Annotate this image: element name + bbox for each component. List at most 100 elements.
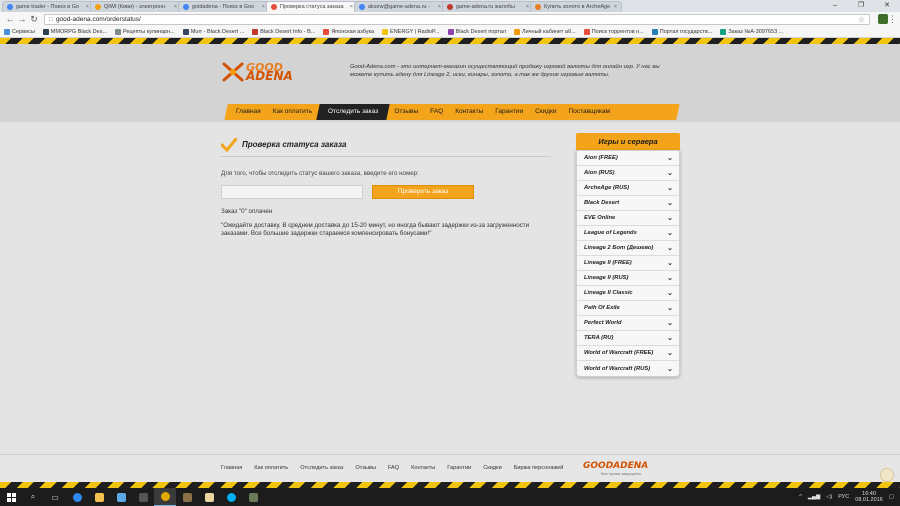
- game-icon[interactable]: [132, 488, 154, 506]
- task-view-icon[interactable]: ▭: [44, 488, 66, 506]
- nav-item-label: Скидки: [535, 108, 557, 115]
- tab-close-icon[interactable]: ×: [262, 4, 265, 10]
- nav-item[interactable]: Главная: [230, 104, 267, 120]
- edge-browser-icon[interactable]: [66, 488, 88, 506]
- browser-tab[interactable]: game-adena.ru жалобы ×: [442, 1, 534, 12]
- game-list-item[interactable]: Path Of Exile ⌄: [577, 301, 679, 316]
- game-list-item[interactable]: World of Warcraft (RUS) ⌄: [577, 361, 679, 376]
- site-logo[interactable]: GOOD ADENA: [222, 62, 293, 82]
- nav-item[interactable]: Скидки: [529, 104, 562, 120]
- bookmark-label: Рецепты кулинарн...: [123, 28, 175, 35]
- footer-link[interactable]: Контакты: [411, 465, 435, 471]
- browser-tab[interactable]: aksew@game-adena.ru - ×: [354, 1, 446, 12]
- nav-item[interactable]: Как оплатить: [267, 104, 318, 120]
- footer-logo[interactable]: GOODADENA Все права защищены: [583, 461, 648, 476]
- chrome-icon[interactable]: [154, 488, 176, 506]
- chevron-down-icon: ⌄: [667, 305, 673, 312]
- bookmark-item[interactable]: Личный кабинет аб...: [513, 28, 576, 35]
- browser-menu-icon[interactable]: ⋮: [888, 14, 897, 25]
- game-list-item[interactable]: League of Legends ⌄: [577, 226, 679, 241]
- network-icon[interactable]: ▂▄▆: [808, 494, 820, 500]
- game-list-item[interactable]: Lineage 2 Бот (Дешево) ⌄: [577, 241, 679, 256]
- nav-item[interactable]: Отзывы: [388, 104, 424, 120]
- footer-link[interactable]: Скидки: [483, 465, 501, 471]
- bookmark-item[interactable]: Murr - Black Desert ...: [182, 28, 244, 35]
- tab-close-icon[interactable]: ×: [174, 4, 177, 10]
- bookmark-star-icon[interactable]: ☆: [858, 15, 865, 24]
- tab-close-icon[interactable]: ×: [86, 4, 89, 10]
- browser-tab[interactable]: game trader - Поиск в Go ×: [2, 1, 94, 12]
- browser-tab[interactable]: QIWI (Киви) - электронн ×: [90, 1, 182, 12]
- bookmark-item[interactable]: Black Desert Info - В...: [252, 28, 315, 35]
- game-list-item[interactable]: TERA (RU) ⌄: [577, 331, 679, 346]
- volume-icon[interactable]: ◁): [826, 494, 832, 500]
- reload-icon[interactable]: ↻: [28, 14, 40, 25]
- tab-close-icon[interactable]: ×: [614, 4, 617, 10]
- game-list-item[interactable]: Perfect World ⌄: [577, 316, 679, 331]
- tray-arrow-icon[interactable]: ^: [799, 494, 802, 500]
- check-order-button[interactable]: Проверить заказ: [372, 185, 474, 199]
- tab-close-icon[interactable]: ×: [350, 4, 353, 10]
- notifications-icon[interactable]: ▢: [889, 494, 894, 500]
- bookmark-item[interactable]: Поиск торрентов н...: [583, 28, 644, 35]
- archeage-icon[interactable]: [242, 488, 264, 506]
- bookmark-item[interactable]: Японская азбука: [323, 28, 374, 35]
- bookmark-icon: [720, 28, 727, 35]
- chat-widget-icon[interactable]: [880, 468, 894, 482]
- bookmark-item[interactable]: Рецепты кулинарн...: [115, 28, 175, 35]
- nav-item[interactable]: Контакты: [449, 104, 489, 120]
- nav-item[interactable]: FAQ: [424, 104, 449, 120]
- footer-link[interactable]: Отследить заказ: [300, 465, 343, 471]
- address-bar[interactable]: □ good-adena.com/orderstatus/ ☆: [44, 13, 870, 25]
- tab-label: game-adena.ru жалобы: [456, 4, 516, 10]
- footer-link[interactable]: Главная: [221, 465, 242, 471]
- game-list-item[interactable]: Aion (RUS) ⌄: [577, 166, 679, 181]
- folder-icon[interactable]: [198, 488, 220, 506]
- tab-close-icon[interactable]: ×: [526, 4, 529, 10]
- file-explorer-icon[interactable]: [88, 488, 110, 506]
- bookmark-item[interactable]: Портал государств...: [651, 28, 712, 35]
- bookmark-item[interactable]: Заказ №A-3097653 ...: [720, 28, 783, 35]
- browser-tab[interactable]: Проверка статуса заказа ×: [266, 1, 358, 12]
- browser-tab[interactable]: Купить золото в ArcheAge ×: [530, 1, 622, 12]
- game-list-item[interactable]: EVE Online ⌄: [577, 211, 679, 226]
- game-list-item[interactable]: Lineage II (RUS) ⌄: [577, 271, 679, 286]
- game-list-item[interactable]: Lineage II Classic ⌄: [577, 286, 679, 301]
- chevron-down-icon: ⌄: [667, 215, 673, 222]
- maximize-icon[interactable]: ❐: [848, 0, 874, 12]
- bookmark-item[interactable]: Black Desert портал: [447, 28, 506, 35]
- footer-link[interactable]: FAQ: [388, 465, 399, 471]
- close-window-icon[interactable]: ✕: [874, 0, 900, 12]
- bookmark-item[interactable]: MMORPG Black Des...: [42, 28, 107, 35]
- game-list-item[interactable]: Lineage II (FREE) ⌄: [577, 256, 679, 271]
- store-icon[interactable]: [110, 488, 132, 506]
- search-icon[interactable]: ⌕: [22, 488, 44, 506]
- nav-item[interactable]: Отследить заказ: [316, 104, 391, 120]
- back-arrow-icon[interactable]: ←: [4, 14, 16, 24]
- bookmark-item[interactable]: Сервисы: [4, 28, 35, 35]
- footer-link[interactable]: Биржа персонажей: [514, 465, 564, 471]
- skype-icon[interactable]: [220, 488, 242, 506]
- game-list-item[interactable]: Black Desert ⌄: [577, 196, 679, 211]
- game-list-item[interactable]: World of Warcraft (FREE) ⌄: [577, 346, 679, 361]
- game-list-item[interactable]: ArcheAge (RUS) ⌄: [577, 181, 679, 196]
- nav-item[interactable]: Поставщикам: [563, 104, 617, 120]
- start-windows-icon[interactable]: [0, 488, 22, 506]
- nav-item[interactable]: Гарантии: [489, 104, 529, 120]
- game-list-item[interactable]: Aion (FREE) ⌄: [577, 151, 679, 166]
- minimize-icon[interactable]: –: [822, 0, 848, 12]
- order-number-input[interactable]: [221, 185, 363, 199]
- footer-link[interactable]: Отзывы: [355, 465, 376, 471]
- clock[interactable]: 16:40 08.01.2016: [855, 491, 883, 503]
- footer-link[interactable]: Гарантии: [447, 465, 471, 471]
- browser-tab[interactable]: goldadena - Поиск в Goo ×: [178, 1, 270, 12]
- web-page: GOOD ADENA Good-Adena.com - это интернет…: [0, 38, 900, 488]
- extension-icon[interactable]: [878, 14, 888, 24]
- app-icon[interactable]: [176, 488, 198, 506]
- tab-close-icon[interactable]: ×: [438, 4, 441, 10]
- forward-arrow-icon[interactable]: →: [16, 14, 28, 24]
- chevron-down-icon: ⌄: [667, 320, 673, 327]
- language-indicator[interactable]: РУС: [838, 494, 849, 500]
- bookmark-item[interactable]: ENERGY | RadioP...: [382, 28, 440, 35]
- footer-link[interactable]: Как оплатить: [254, 465, 288, 471]
